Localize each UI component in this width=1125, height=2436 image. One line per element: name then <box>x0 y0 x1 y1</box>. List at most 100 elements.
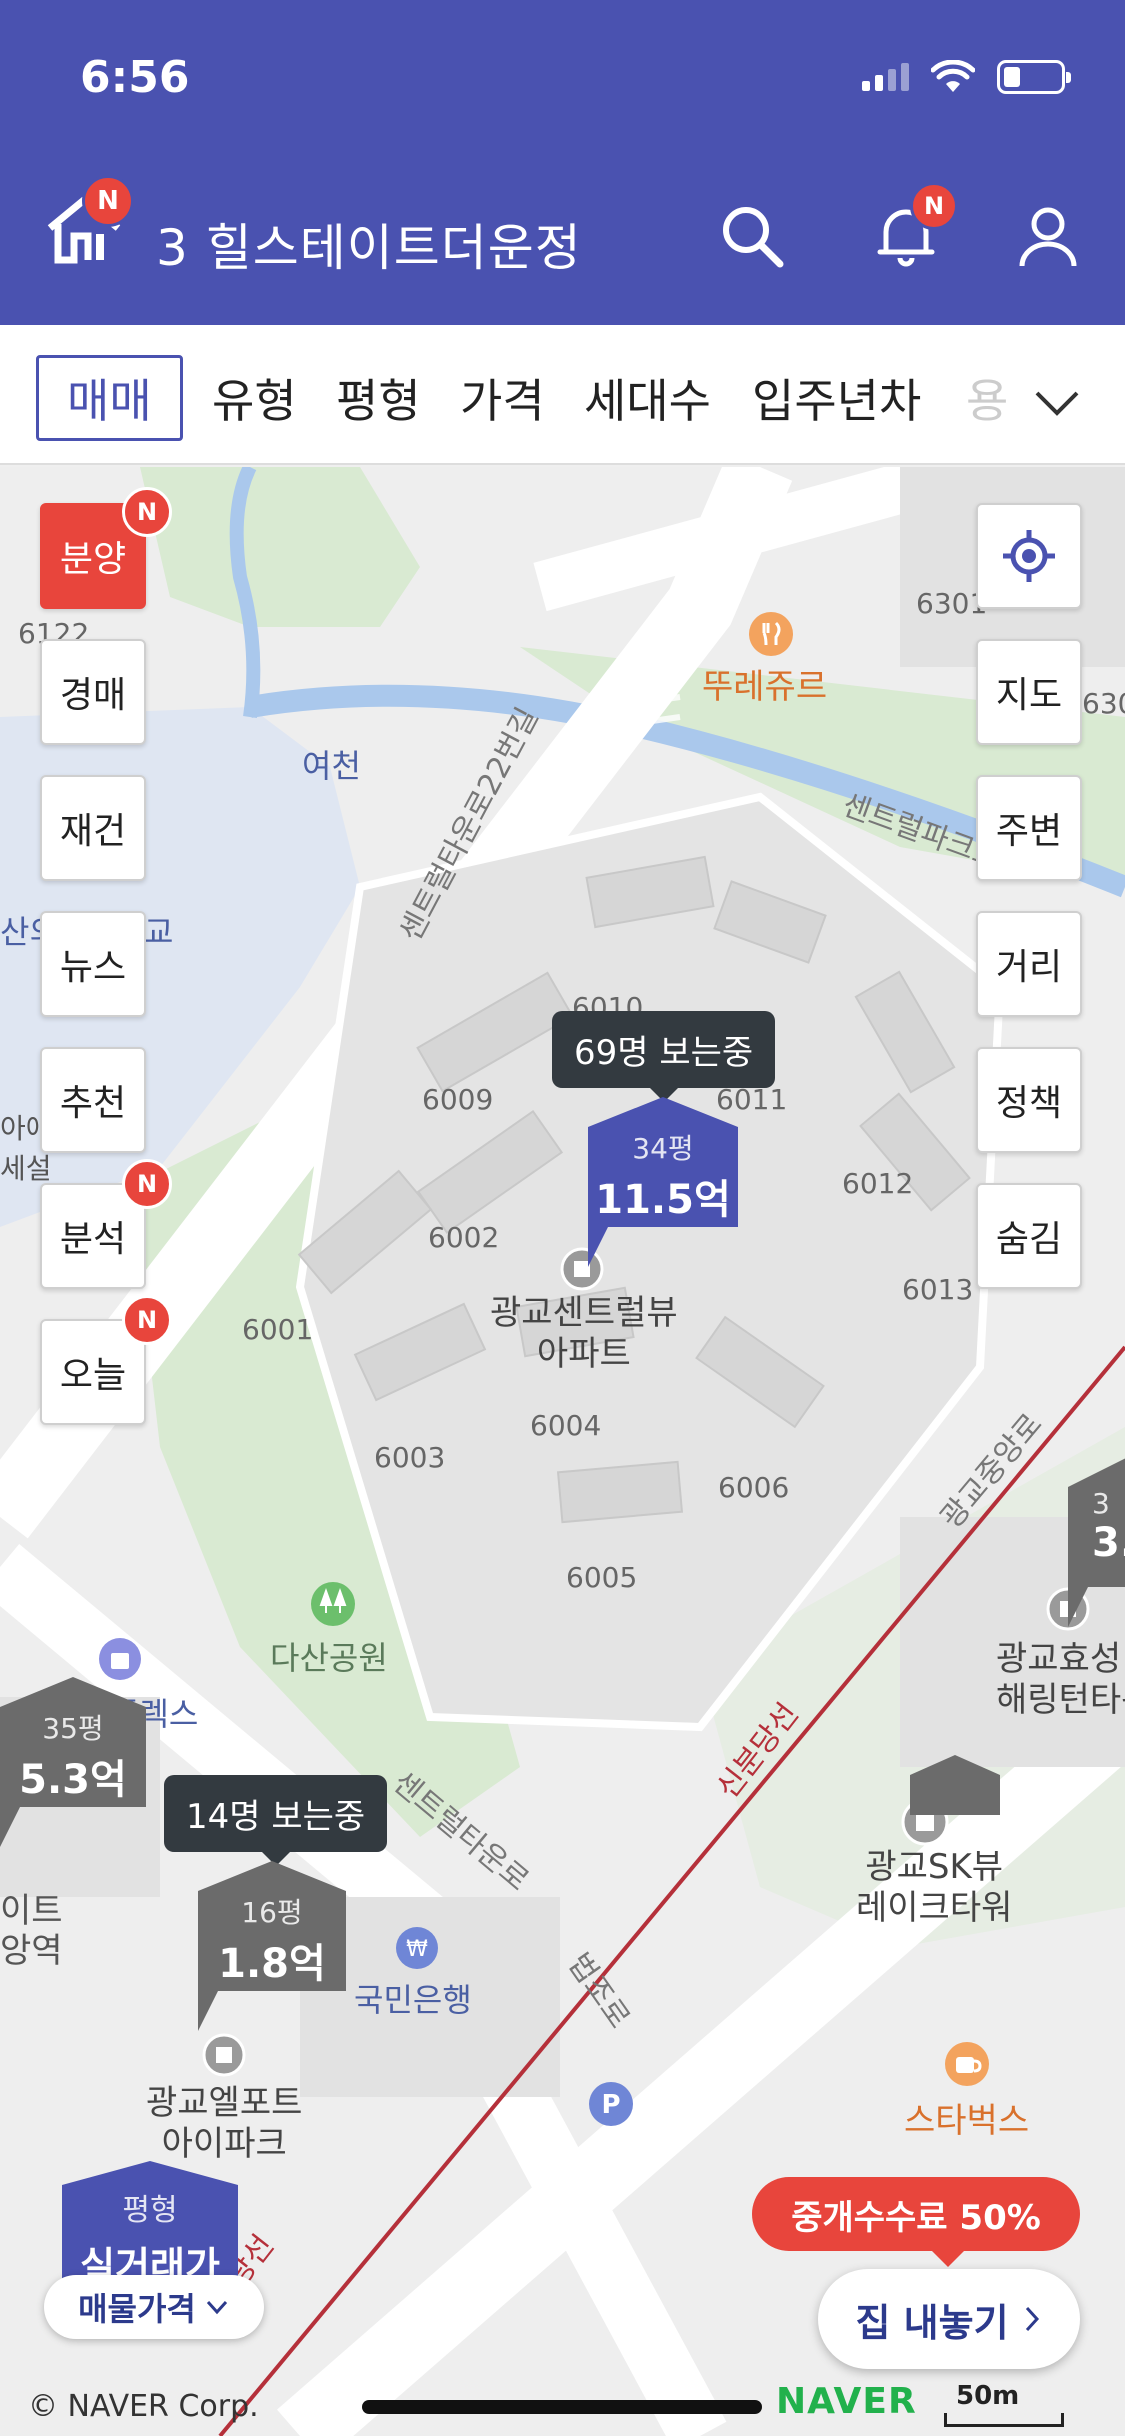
edge-label-2b: 세설 <box>0 1152 52 1185</box>
side-button-label: 경매 <box>59 675 127 716</box>
side-button-policy[interactable]: 정책 <box>976 1047 1082 1153</box>
naver-logo: NAVER <box>776 2381 917 2422</box>
bank-pin-icon: ₩ <box>394 1925 440 1978</box>
marker-price: 11.5억 <box>595 1177 731 1223</box>
side-button-hide[interactable]: 숨김 <box>976 1183 1082 1289</box>
my-location-button[interactable] <box>976 503 1082 609</box>
user-icon[interactable] <box>1012 200 1084 272</box>
status-time: 6:56 <box>80 52 190 103</box>
svg-text:₩: ₩ <box>406 1937 428 1962</box>
filter-tab-type[interactable]: 유형 <box>212 355 297 441</box>
park-label: 다산공원 <box>270 1639 388 1677</box>
restaurant-label: 뚜레쥬르 <box>702 667 828 707</box>
copyright-text: © NAVER Corp. <box>28 2389 259 2424</box>
side-button-label: 분석 <box>59 1219 127 1260</box>
filter-tab-area[interactable]: 평형 <box>336 355 421 441</box>
today-new-badge: N <box>122 1295 172 1345</box>
bank-label: 국민은행 <box>354 1981 472 2019</box>
parking-icon: P <box>586 2079 636 2136</box>
block-label: 6006 <box>718 1471 790 1504</box>
marker-price: 5.3억 <box>19 1757 127 1803</box>
side-button-label: 숨김 <box>995 1219 1063 1260</box>
park-pin-icon <box>308 1579 358 1636</box>
side-button-label: 정책 <box>995 1083 1063 1124</box>
home-indicator[interactable] <box>362 2400 762 2414</box>
filter-tab-households[interactable]: 세대수 <box>584 355 711 441</box>
filter-tab-price[interactable]: 가격 <box>460 355 545 441</box>
marker-price: 3. <box>1092 1520 1125 1566</box>
apartment-label-hyosung: 광교효성 해링턴타워 <box>996 1639 1125 1720</box>
filter-bar: 매매 유형 평형 가격 세대수 입주년차 용 <box>0 325 1125 465</box>
cafe-label: 스타벅스 <box>904 2101 1030 2141</box>
side-button-distance[interactable]: 거리 <box>976 911 1082 1017</box>
block-label: 6012 <box>842 1167 914 1200</box>
map-scale-bar <box>944 2413 1064 2427</box>
complex-title[interactable]: 3 힐스테이트더운정 <box>156 208 582 280</box>
price-marker-main[interactable]: 34평 11.5억 <box>588 1097 738 1267</box>
filter-tab-move-in-year[interactable]: 입주년차 <box>752 355 921 441</box>
building-marker-sk[interactable] <box>910 1755 1000 1865</box>
edge-label-3b: 앙역 <box>0 1931 63 1971</box>
app-header: 6:56 N 3 힐스테이트더운정 N <box>0 0 1125 325</box>
map-scale-label: 50m <box>956 2381 1020 2411</box>
block-label: 6013 <box>902 1273 974 1306</box>
apartment-label-sw: 광교엘포트 아이파크 <box>146 2083 303 2164</box>
block-label: 6002 <box>428 1221 500 1254</box>
chevron-down-icon <box>206 2300 227 2315</box>
marker-size: 35평 <box>42 1712 104 1745</box>
battery-icon <box>997 60 1071 94</box>
block-label: 6009 <box>422 1083 494 1116</box>
chevron-right-icon <box>1025 2306 1039 2332</box>
side-button-rebuild[interactable]: 재건 <box>40 775 146 881</box>
promo-badge: 중개수수료 50% <box>752 2177 1080 2267</box>
marker-size: 16평 <box>241 1896 303 1929</box>
side-button-news[interactable]: 뉴스 <box>40 911 146 1017</box>
block-label: 6005 <box>566 1561 638 1594</box>
map-view[interactable]: 6122 6301 630 뚜레쥬르 여천 센트럴타운로22번길 센트럴파크로 … <box>0 467 1125 2436</box>
price-select-label: 매물가격 <box>78 2290 196 2328</box>
svg-text:P: P <box>601 2090 620 2120</box>
block-label: 6001 <box>242 1313 314 1346</box>
signal-icon <box>862 63 909 91</box>
wifi-icon <box>931 60 975 92</box>
price-type-select[interactable]: 매물가격 <box>44 2275 264 2339</box>
viewers-bubble-main: 69명 보는중 <box>552 1011 776 1102</box>
bell-new-badge: N <box>910 182 958 230</box>
side-button-label: 주변 <box>995 811 1063 852</box>
apartment-label-main: 광교센트럴뷰 아파트 <box>490 1293 678 1374</box>
list-property-label: 집 내놓기 <box>855 2300 1009 2345</box>
price-marker-right[interactable]: 3 3. <box>1068 1457 1125 1627</box>
side-button-label: 분양 <box>59 539 127 580</box>
side-button-map[interactable]: 지도 <box>976 639 1082 745</box>
chevron-down-icon[interactable] <box>1029 375 1085 431</box>
price-marker-left[interactable]: 35평 5.3억 <box>0 1677 146 1847</box>
price-marker-sw[interactable]: 16평 1.8억 <box>198 1861 346 2031</box>
list-property-button[interactable]: 집 내놓기 <box>818 2269 1080 2369</box>
marker-size: 34평 <box>632 1132 694 1165</box>
analysis-new-badge: N <box>122 1159 172 1209</box>
filter-tab-sale[interactable]: 매매 <box>36 355 183 441</box>
cafe-pin-icon <box>942 2039 992 2096</box>
apartment-pin-icon <box>202 2033 246 2084</box>
river-label: 여천 <box>302 747 361 785</box>
marker-price: 1.8억 <box>218 1941 326 1987</box>
block-label: 6003 <box>374 1441 446 1474</box>
presale-new-badge: N <box>122 487 172 537</box>
side-button-label: 거리 <box>995 947 1063 988</box>
side-button-nearby[interactable]: 주변 <box>976 775 1082 881</box>
restaurant-pin-icon <box>746 609 796 666</box>
side-button-recommend[interactable]: 추천 <box>40 1047 146 1153</box>
block-label: 6004 <box>530 1409 602 1442</box>
side-button-label: 추천 <box>59 1083 127 1124</box>
search-icon[interactable] <box>716 200 788 272</box>
legend-top: 평형 <box>122 2193 178 2228</box>
edge-label-1b: 교 <box>144 913 174 951</box>
side-button-label: 뉴스 <box>59 947 127 988</box>
status-icons <box>862 60 1071 94</box>
location-target-icon <box>1003 530 1055 582</box>
side-button-label: 오늘 <box>59 1355 127 1396</box>
filter-tab-more[interactable]: 용 <box>966 355 1008 441</box>
viewers-bubble-sw: 14명 보는중 <box>164 1775 388 1866</box>
side-button-auction[interactable]: 경매 <box>40 639 146 745</box>
marker-size: 3 <box>1092 1487 1110 1520</box>
